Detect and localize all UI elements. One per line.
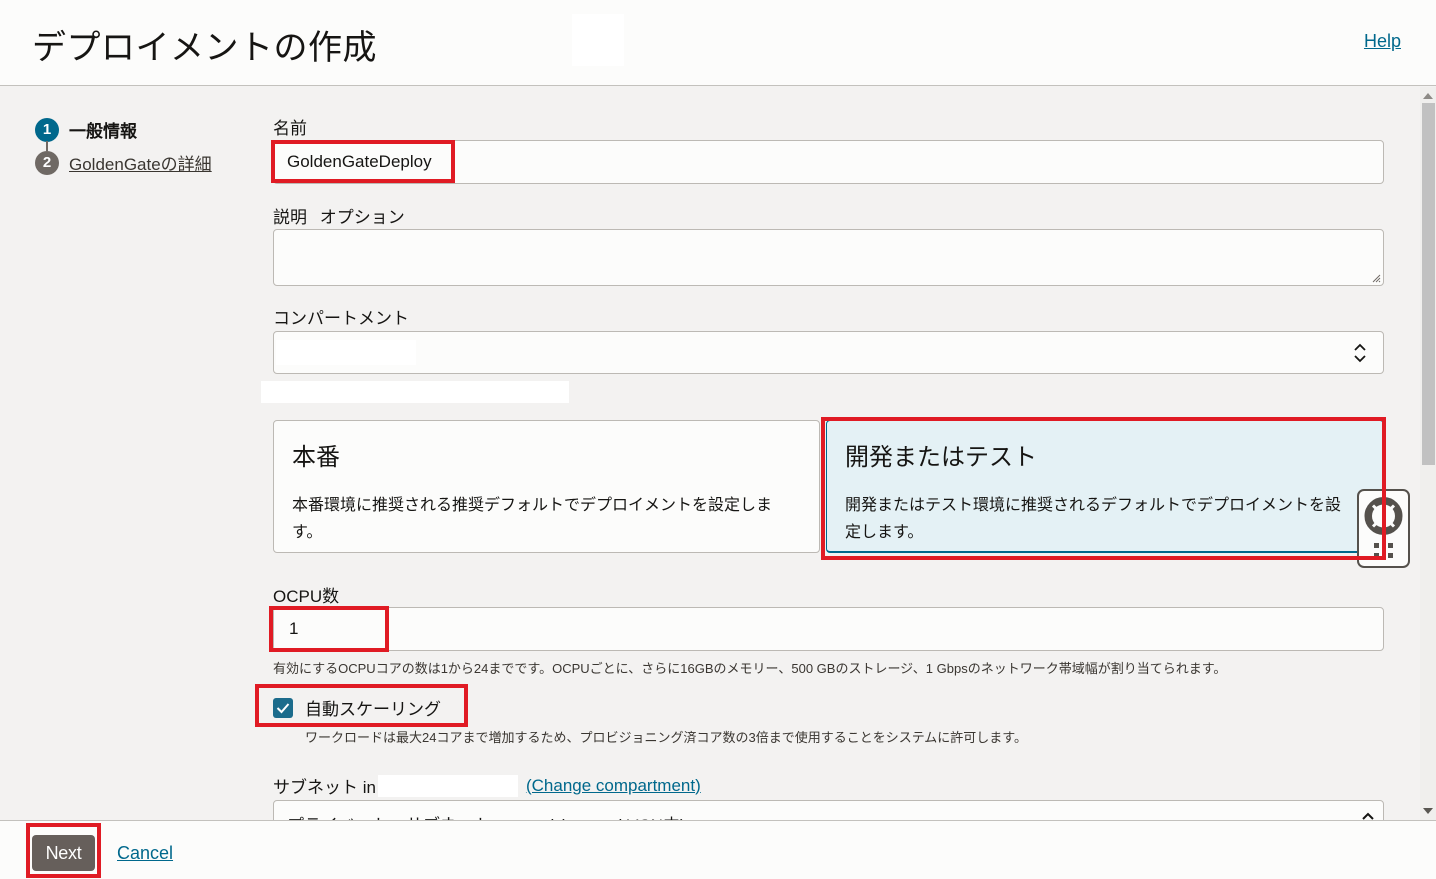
redacted-area xyxy=(261,381,569,403)
checkmark-icon xyxy=(276,702,290,713)
redacted-compartment-name xyxy=(377,774,518,797)
scrollbar-thumb[interactable] xyxy=(1422,103,1435,465)
step-label[interactable]: GoldenGateの詳細 xyxy=(69,150,212,175)
redacted-compartment xyxy=(276,340,416,365)
card-title: 本番 xyxy=(292,444,340,471)
autoscaling-label: 自動スケーリング xyxy=(305,700,441,719)
description-textarea[interactable] xyxy=(273,229,1384,286)
autoscaling-checkbox[interactable] xyxy=(273,697,293,718)
description-label: 説明 オプション xyxy=(273,203,405,228)
compartment-label: コンパートメント xyxy=(273,309,409,328)
autoscaling-hint: ワークロードは最大24コアまで増加するため、プロビジョニング済コア数の3倍まで使… xyxy=(305,730,1028,745)
step-goldengate-details[interactable]: 2 GoldenGateの詳細 xyxy=(35,146,212,179)
change-compartment-link[interactable]: (Change compartment) xyxy=(526,776,701,796)
step-number: 2 xyxy=(35,150,59,175)
description-label-text: 説明 xyxy=(273,208,307,227)
step-number: 1 xyxy=(35,117,59,142)
subnet-label: サブネット in (Change compartment) xyxy=(273,773,701,798)
optional-label: オプション xyxy=(319,208,405,227)
name-input[interactable]: GoldenGateDeploy xyxy=(273,140,1384,184)
help-link[interactable]: Help xyxy=(1364,31,1401,52)
form-scroll-area: 1 一般情報 2 GoldenGateの詳細 名前 GoldenGateDepl… xyxy=(0,87,1436,820)
name-label: 名前 xyxy=(273,119,307,138)
ocpu-label: OCPU数 xyxy=(273,587,340,606)
page-scrollbar[interactable] xyxy=(1420,87,1436,820)
chevron-up-icon xyxy=(1362,812,1374,820)
help-widget-button[interactable] xyxy=(1357,489,1410,568)
subnet-select[interactable]: プライベート・サブネット-vcn_oci (vcn_oci VCN内) xyxy=(273,800,1384,820)
page-title: デプロイメントの作成 xyxy=(32,29,377,67)
step-general-info[interactable]: 1 一般情報 xyxy=(35,113,212,151)
card-description: 本番環境に推奨される推奨デフォルトでデプロイメントを設定します。 xyxy=(292,497,773,541)
deployment-type-production-card[interactable]: 本番 本番環境に推奨される推奨デフォルトでデプロイメントを設定します。 xyxy=(273,420,820,553)
deployment-type-devtest-card[interactable]: 開発またはテスト 開発またはテスト環境に推奨されるデフォルトでデプロイメントを設… xyxy=(826,420,1384,553)
wizard-footer: Next Cancel xyxy=(0,820,1436,879)
step-label: 一般情報 xyxy=(69,122,137,141)
resize-handle-icon[interactable] xyxy=(1372,274,1381,283)
autoscaling-checkbox-row[interactable]: 自動スケーリング xyxy=(273,695,441,720)
card-description: 開発またはテスト環境に推奨されるデフォルトでデプロイメントを設定します。 xyxy=(845,497,1342,541)
subnet-select-value: プライベート・サブネット-vcn_oci (vcn_oci VCN内) xyxy=(287,811,686,820)
page-header: デプロイメントの作成 Help xyxy=(0,0,1436,86)
ocpu-hint: 有効にするOCPUコアの数は1から24までです。OCPUごとに、さらに16GBの… xyxy=(273,661,1227,676)
subnet-label-text: サブネット in xyxy=(273,778,376,797)
card-title: 開発またはテスト xyxy=(845,444,1037,471)
ocpu-input[interactable]: 1 xyxy=(273,607,1384,651)
select-updown-icon xyxy=(1354,343,1366,362)
redacted-area xyxy=(572,14,624,66)
wizard-steps: 1 一般情報 2 GoldenGateの詳細 xyxy=(35,113,212,179)
scroll-up-arrow-icon[interactable] xyxy=(1423,93,1433,99)
name-input-value: GoldenGateDeploy xyxy=(287,152,432,171)
scroll-down-arrow-icon[interactable] xyxy=(1423,808,1433,814)
ocpu-input-value: 1 xyxy=(289,619,299,638)
cancel-link[interactable]: Cancel xyxy=(117,843,173,864)
compartment-select[interactable] xyxy=(273,331,1384,374)
next-button[interactable]: Next xyxy=(32,835,95,871)
lifebuoy-icon xyxy=(1364,497,1403,558)
